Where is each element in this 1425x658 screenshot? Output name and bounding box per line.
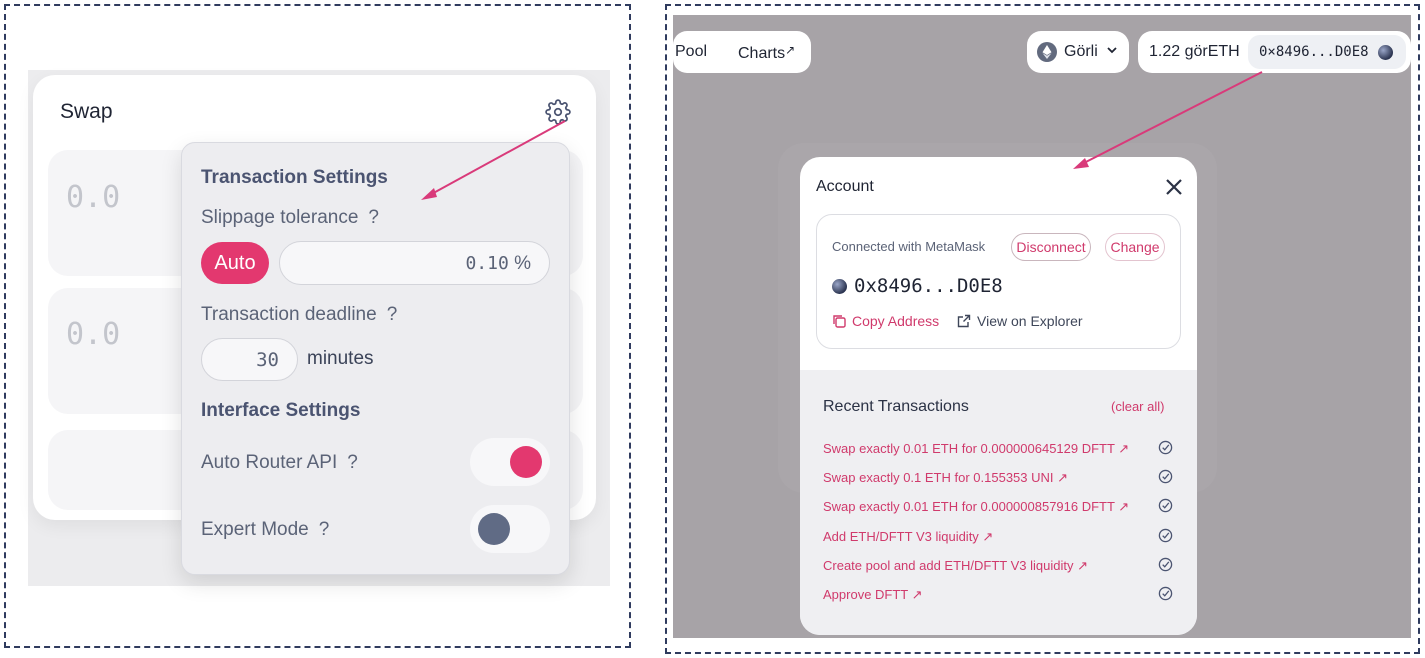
percent-sign: % [514, 253, 531, 274]
chevron-down-icon [1107, 47, 1117, 54]
gear-icon[interactable] [545, 99, 571, 125]
help-icon[interactable]: ? [319, 519, 330, 540]
auto-router-toggle[interactable] [470, 438, 550, 486]
transaction-link[interactable]: Create pool and add ETH/DFTT V3 liquidit… [823, 558, 1088, 574]
transaction-link[interactable]: Approve DFTT ↗ [823, 587, 923, 603]
transaction-link[interactable]: Swap exactly 0.1 ETH for 0.155353 UNI ↗ [823, 470, 1068, 486]
help-icon[interactable]: ? [347, 452, 358, 473]
account-avatar [1378, 45, 1393, 60]
help-icon[interactable]: ? [368, 207, 379, 228]
transaction-link[interactable]: Add ETH/DFTT V3 liquidity ↗ [823, 529, 993, 545]
modal-title: Account [816, 178, 874, 195]
slippage-input[interactable]: 0.10 % [279, 241, 550, 285]
network-name: Görli [1064, 43, 1098, 60]
output-amount[interactable]: 0.0 [66, 317, 120, 352]
recent-transactions-title: Recent Transactions [823, 398, 969, 415]
input-amount[interactable]: 0.0 [66, 180, 120, 215]
check-circle-icon [1158, 498, 1173, 513]
toggle-knob [510, 446, 542, 478]
eth-balance: 1.22 görETH [1149, 43, 1240, 60]
slippage-value: 0.10 [465, 253, 509, 274]
check-circle-icon [1158, 528, 1173, 543]
nav-pool-link[interactable]: Pool [675, 43, 707, 61]
clear-all-link[interactable]: (clear all) [1111, 399, 1164, 414]
view-on-explorer-link[interactable]: View on Explorer [957, 313, 1083, 329]
connected-with-label: Connected with MetaMask [832, 239, 986, 254]
close-icon[interactable] [1165, 178, 1183, 196]
transaction-link[interactable]: Swap exactly 0.01 ETH for 0.000000857916… [823, 499, 1129, 515]
interface-settings-heading: Interface Settings [201, 400, 361, 421]
account-address-large: 0x8496...D0E8 [854, 275, 1003, 297]
check-circle-icon [1158, 586, 1173, 601]
help-icon[interactable]: ? [387, 304, 398, 325]
ethereum-icon [1037, 42, 1057, 62]
check-circle-icon [1158, 557, 1173, 572]
deadline-input[interactable]: 30 [201, 338, 298, 381]
check-circle-icon [1158, 440, 1173, 455]
disconnect-button[interactable]: Disconnect [1011, 233, 1091, 261]
check-circle-icon [1158, 469, 1173, 484]
copy-address-link[interactable]: Copy Address [832, 313, 939, 329]
auto-slippage-button[interactable]: Auto [201, 242, 269, 284]
swap-title: Swap [60, 100, 113, 123]
external-link-icon: ↗ [785, 43, 796, 57]
minutes-label: minutes [307, 348, 374, 369]
expert-mode-label: Expert Mode? [201, 519, 330, 540]
copy-icon [833, 315, 846, 328]
change-button[interactable]: Change [1105, 233, 1165, 261]
slippage-label: Slippage tolerance? [201, 207, 379, 228]
transaction-link[interactable]: Swap exactly 0.01 ETH for 0.000000645129… [823, 441, 1129, 457]
account-address: 0×8496...D0E8 [1259, 44, 1369, 60]
transaction-settings-heading: Transaction Settings [201, 167, 388, 188]
external-link-icon [957, 314, 971, 328]
account-avatar [832, 279, 847, 294]
auto-router-label: Auto Router API? [201, 452, 358, 473]
expert-mode-toggle[interactable] [470, 505, 550, 553]
deadline-label: Transaction deadline? [201, 304, 398, 325]
nav-charts-link[interactable]: Charts↗ [738, 43, 795, 63]
toggle-knob [478, 513, 510, 545]
deadline-value: 30 [256, 349, 279, 371]
